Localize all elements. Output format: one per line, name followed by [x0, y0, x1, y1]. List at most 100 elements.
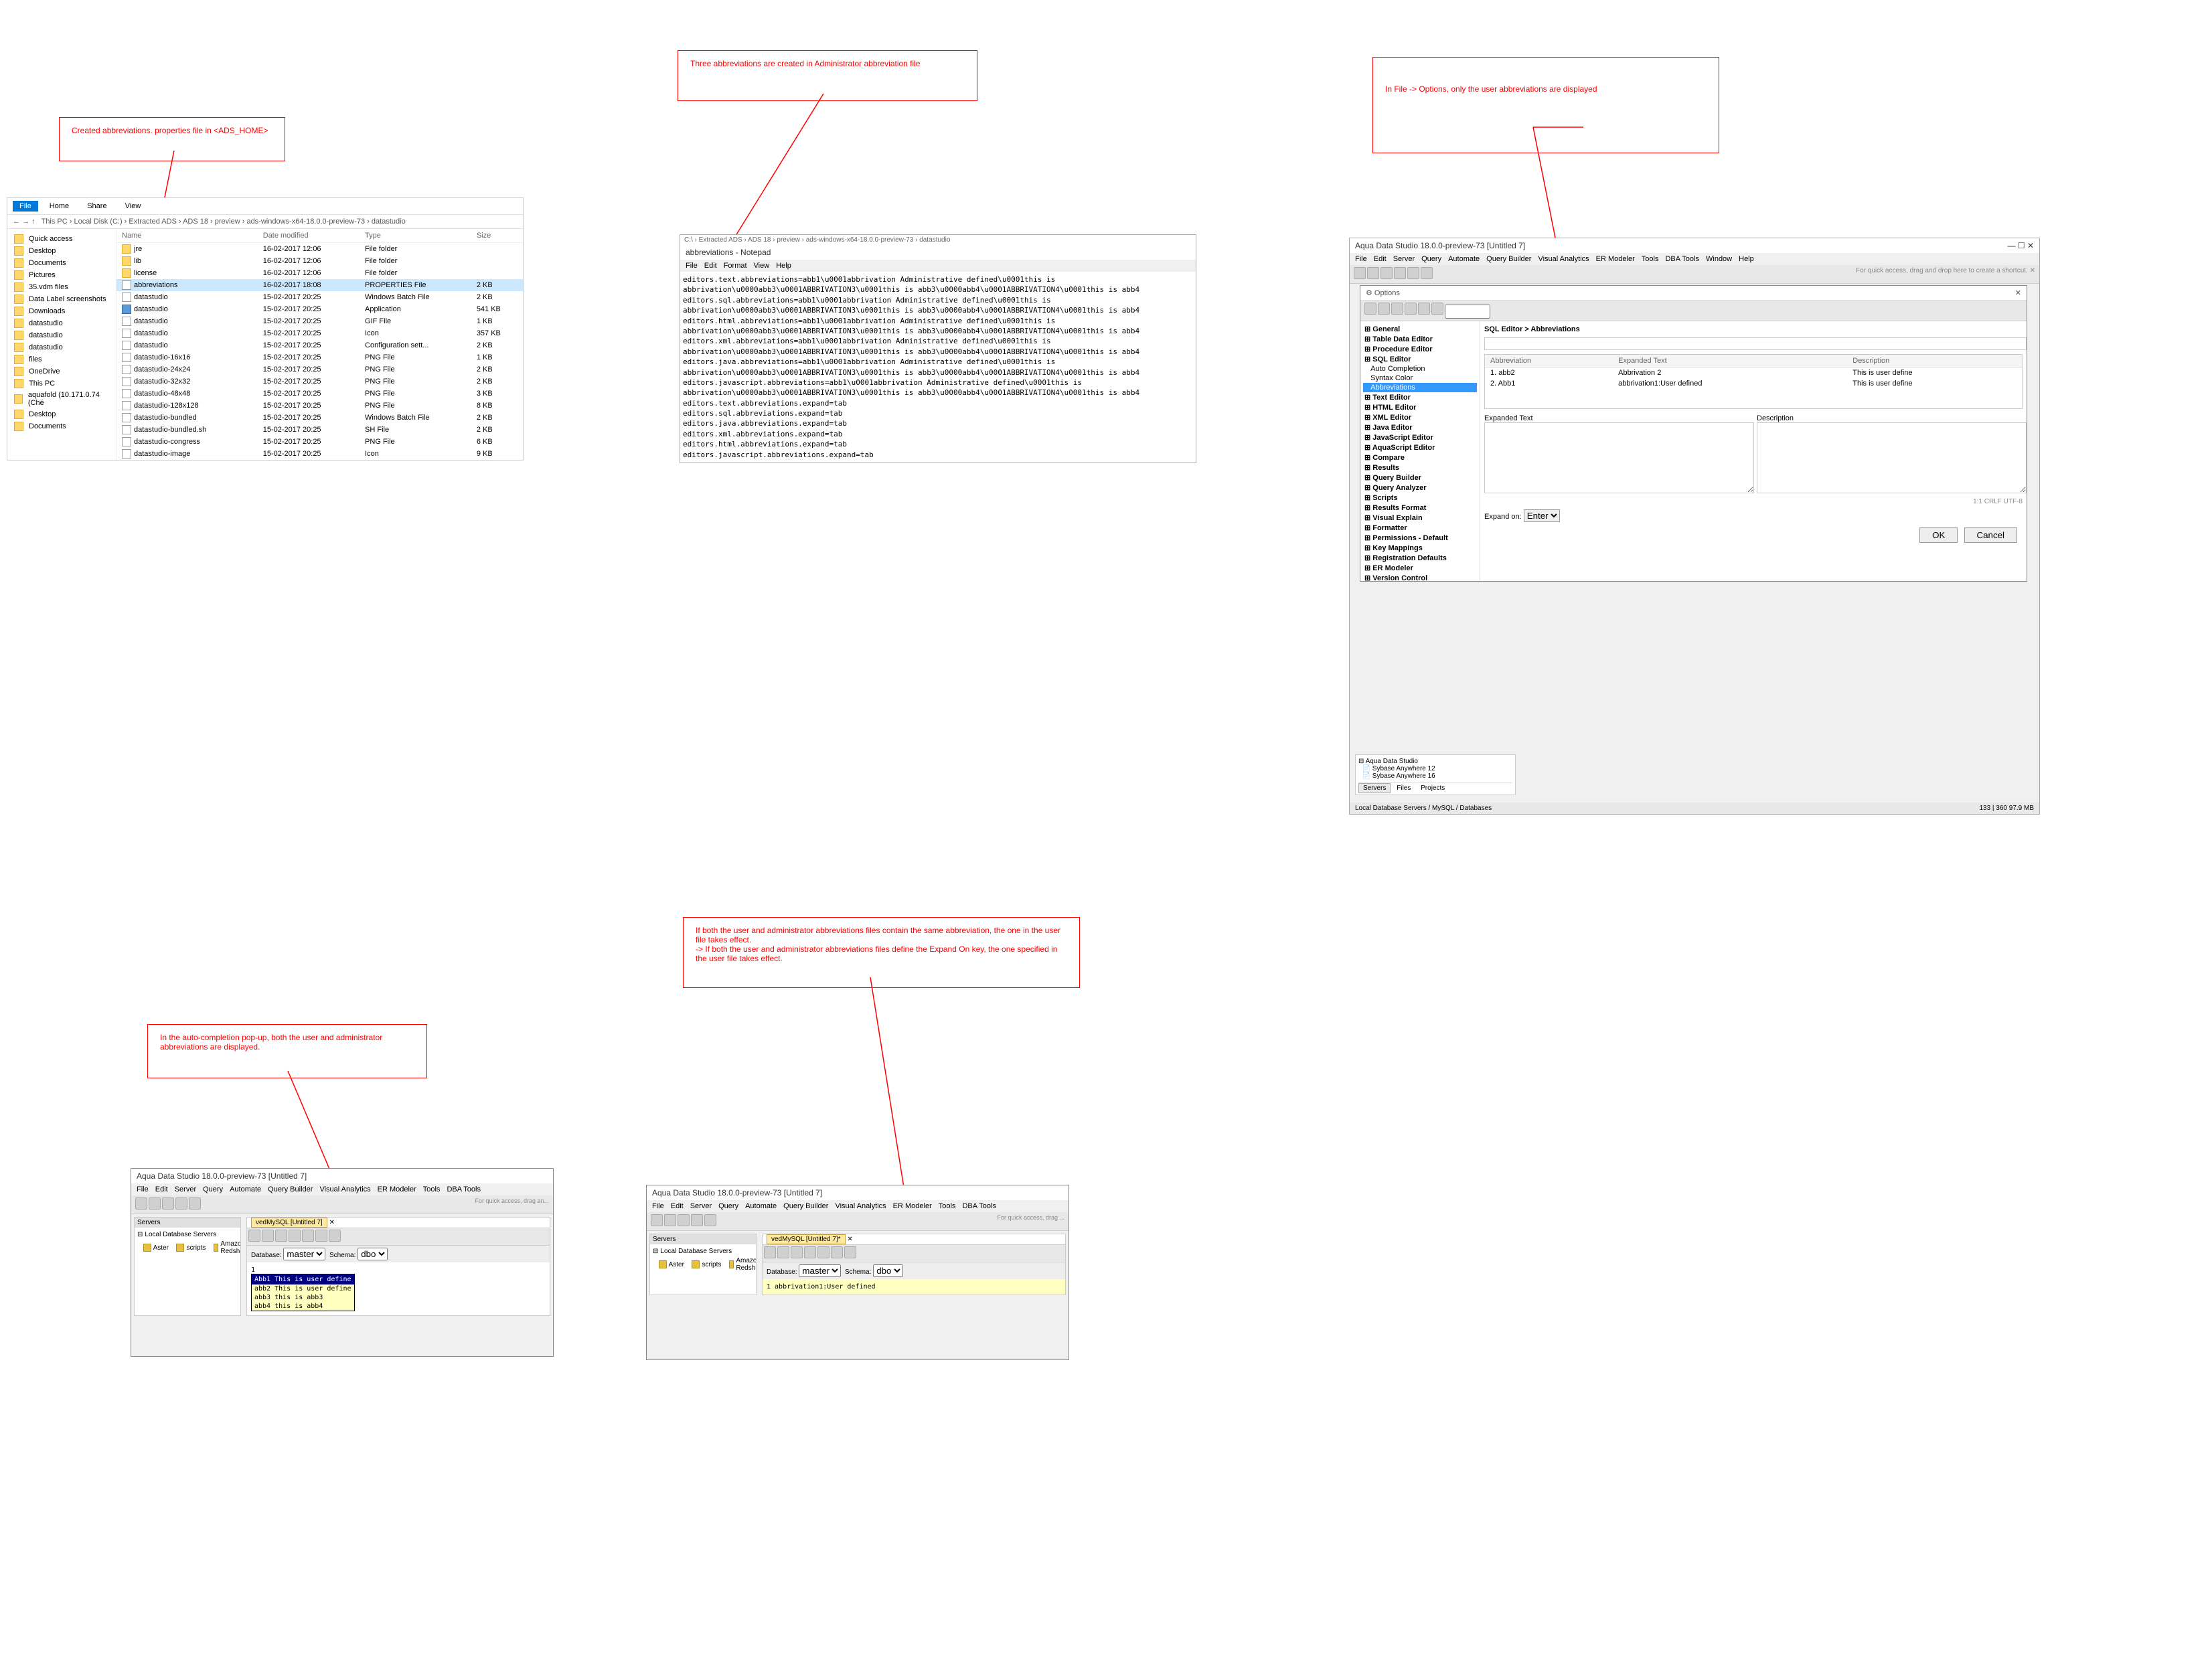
- tree-item[interactable]: ⊞ SQL Editor: [1363, 354, 1477, 364]
- nav-item[interactable]: Documents: [11, 257, 112, 269]
- tree-item[interactable]: ⊞ Procedure Editor: [1363, 344, 1477, 354]
- tree-item[interactable]: ⊞ Formatter: [1363, 523, 1477, 533]
- file-row[interactable]: datastudio-32x3215-02-2017 20:25PNG File…: [116, 376, 523, 388]
- tree-item[interactable]: ⊞ ER Modeler: [1363, 563, 1477, 573]
- tab-files[interactable]: Files: [1393, 784, 1415, 793]
- tree-item[interactable]: ⊞ Registration Defaults: [1363, 553, 1477, 563]
- ads1-menubar[interactable]: FileEditServerQueryAutomateQuery Builder…: [131, 1183, 553, 1195]
- nav-item[interactable]: Desktop: [11, 245, 112, 257]
- nav-item[interactable]: files: [11, 353, 112, 365]
- ads2-editor[interactable]: vedMySQL [Untitled 7]* ✕ Database: maste…: [762, 1234, 1066, 1295]
- db-select[interactable]: master: [799, 1264, 841, 1277]
- nav-item[interactable]: Documents: [11, 420, 112, 432]
- file-row[interactable]: datastudio-128x12815-02-2017 20:25PNG Fi…: [116, 400, 523, 412]
- cancel-button[interactable]: Cancel: [1964, 527, 2018, 543]
- file-row[interactable]: datastudio-congress15-02-2017 20:25PNG F…: [116, 436, 523, 448]
- file-row[interactable]: datastudio15-02-2017 20:25Icon357 KB: [116, 327, 523, 339]
- breadcrumb[interactable]: ← → ↑ This PC › Local Disk (C:) › Extrac…: [7, 215, 523, 229]
- nav-item[interactable]: This PC: [11, 378, 112, 390]
- file-row[interactable]: datastudio-bundled.sh15-02-2017 20:25SH …: [116, 424, 523, 436]
- tree-item[interactable]: ⊞ Query Analyzer: [1363, 483, 1477, 493]
- nav-item[interactable]: Desktop: [11, 408, 112, 420]
- tree-item[interactable]: ⊞ General: [1363, 324, 1477, 334]
- abbrev-row[interactable]: 1. abb2Abbrivation 2This is user define: [1485, 367, 2022, 379]
- options-toolbar[interactable]: [1360, 301, 2027, 321]
- nav-item[interactable]: Data Label screenshots: [11, 293, 112, 305]
- tab-file[interactable]: File: [13, 201, 38, 212]
- notepad-content[interactable]: editors.text.abbreviations=abb1\u0001abb…: [680, 272, 1196, 463]
- file-row[interactable]: datastudio15-02-2017 20:25Configuration …: [116, 339, 523, 351]
- tab-view[interactable]: View: [118, 201, 148, 212]
- ads2-servers[interactable]: Servers ⊟ Local Database Servers Aster s…: [649, 1234, 757, 1295]
- file-row[interactable]: datastudio15-02-2017 20:25Application541…: [116, 303, 523, 315]
- nav-item[interactable]: aquafold (10.171.0.74 (Ché: [11, 390, 112, 408]
- file-row[interactable]: datastudio-bundled15-02-2017 20:25Window…: [116, 412, 523, 424]
- ads-menubar[interactable]: FileEditServerQueryAutomateQuery Builder…: [1350, 253, 2039, 265]
- servers-panel[interactable]: ⊟ Aqua Data Studio 📄 Sybase Anywhere 12 …: [1355, 754, 1516, 795]
- notepad-menu[interactable]: FileEditFormatViewHelp: [680, 260, 1196, 272]
- file-row[interactable]: datastudio-48x4815-02-2017 20:25PNG File…: [116, 388, 523, 400]
- editor-line[interactable]: 1 abbrivation1:User defined: [763, 1279, 1065, 1295]
- options-filter[interactable]: [1484, 337, 2027, 350]
- ads1-servers[interactable]: Servers ⊟ Local Database Servers Aster s…: [134, 1217, 241, 1316]
- ads2-menubar[interactable]: FileEditServerQueryAutomateQuery Builder…: [647, 1200, 1069, 1212]
- file-row[interactable]: license16-02-2017 12:06File folder: [116, 267, 523, 279]
- tab-projects[interactable]: Projects: [1417, 784, 1449, 793]
- tree-item[interactable]: ⊞ Compare: [1363, 452, 1477, 463]
- tree-item[interactable]: ⊞ Query Builder: [1363, 473, 1477, 483]
- nav-item[interactable]: datastudio: [11, 329, 112, 341]
- tree-item[interactable]: ⊞ Java Editor: [1363, 422, 1477, 432]
- tree-item[interactable]: ⊞ AquaScript Editor: [1363, 442, 1477, 452]
- tree-item[interactable]: ⊞ Results Format: [1363, 503, 1477, 513]
- nav-item[interactable]: Downloads: [11, 305, 112, 317]
- file-row[interactable]: datastudio-24x2415-02-2017 20:25PNG File…: [116, 363, 523, 376]
- nav-item[interactable]: Quick access: [11, 233, 112, 245]
- explorer-nav[interactable]: Quick accessDesktopDocumentsPictures35.v…: [7, 229, 116, 460]
- tree-item[interactable]: Syntax Color: [1363, 374, 1477, 383]
- abbrev-row[interactable]: 2. Abb1abbrivation1:User definedThis is …: [1485, 378, 2022, 389]
- nav-item[interactable]: OneDrive: [11, 365, 112, 378]
- tab-home[interactable]: Home: [43, 201, 76, 212]
- abbrev-grid[interactable]: AbbreviationExpanded TextDescription1. a…: [1484, 354, 2023, 409]
- schema-select[interactable]: dbo: [873, 1264, 903, 1277]
- file-row[interactable]: datastudio-16x1615-02-2017 20:25PNG File…: [116, 351, 523, 363]
- schema-select[interactable]: dbo: [358, 1248, 388, 1260]
- nav-item[interactable]: datastudio: [11, 341, 112, 353]
- tab-share[interactable]: Share: [80, 201, 113, 212]
- options-search[interactable]: [1445, 305, 1490, 319]
- nav-item[interactable]: datastudio: [11, 317, 112, 329]
- nav-item[interactable]: Pictures: [11, 269, 112, 281]
- tree-item[interactable]: ⊞ XML Editor: [1363, 412, 1477, 422]
- file-row[interactable]: abbreviations16-02-2017 18:08PROPERTIES …: [116, 279, 523, 291]
- ok-button[interactable]: OK: [1919, 527, 1958, 543]
- tree-item[interactable]: ⊞ Version Control: [1363, 573, 1477, 581]
- file-row[interactable]: datastudio15-02-2017 20:25GIF File1 KB: [116, 315, 523, 327]
- db-select[interactable]: master: [283, 1248, 325, 1260]
- explorer-filelist[interactable]: NameDate modifiedTypeSize jre16-02-2017 …: [116, 229, 523, 460]
- tree-item[interactable]: Abbreviations: [1363, 383, 1477, 392]
- file-row[interactable]: datastudio15-02-2017 20:25Windows Batch …: [116, 291, 523, 303]
- tab-servers[interactable]: Servers: [1358, 783, 1391, 793]
- tree-item[interactable]: ⊞ HTML Editor: [1363, 402, 1477, 412]
- options-tree[interactable]: ⊞ General⊞ Table Data Editor⊞ Procedure …: [1360, 321, 1480, 581]
- nav-item[interactable]: 35.vdm files: [11, 281, 112, 293]
- tree-item[interactable]: ⊞ Text Editor: [1363, 392, 1477, 402]
- file-row[interactable]: lib16-02-2017 12:06File folder: [116, 255, 523, 267]
- close-icon[interactable]: ✕: [2015, 288, 2021, 297]
- tree-item[interactable]: ⊞ Permissions - Default: [1363, 533, 1477, 543]
- description-textarea[interactable]: [1757, 422, 2027, 493]
- ads-toolbar[interactable]: For quick access, drag and drop here to …: [1350, 265, 2039, 284]
- expanded-textarea[interactable]: [1484, 422, 1754, 493]
- file-row[interactable]: jre16-02-2017 12:06File folder: [116, 243, 523, 256]
- expand-on-select[interactable]: Enter: [1524, 509, 1560, 522]
- tree-item[interactable]: ⊞ Scripts: [1363, 493, 1477, 503]
- ads2-tab[interactable]: vedMySQL [Untitled 7]*: [767, 1234, 846, 1244]
- tree-item[interactable]: ⊞ Key Mappings: [1363, 543, 1477, 553]
- file-row[interactable]: datastudio-image15-02-2017 20:25Icon9 KB: [116, 448, 523, 460]
- tree-item[interactable]: ⊞ Results: [1363, 463, 1477, 473]
- tree-item[interactable]: ⊞ Table Data Editor: [1363, 334, 1477, 344]
- autocomplete-popup[interactable]: Abb1 This is user define abb2 This is us…: [251, 1274, 355, 1311]
- tree-item[interactable]: Auto Completion: [1363, 364, 1477, 374]
- tree-item[interactable]: ⊞ Visual Explain: [1363, 513, 1477, 523]
- ads1-editor[interactable]: vedMySQL [Untitled 7] ✕ Database: master…: [246, 1217, 550, 1316]
